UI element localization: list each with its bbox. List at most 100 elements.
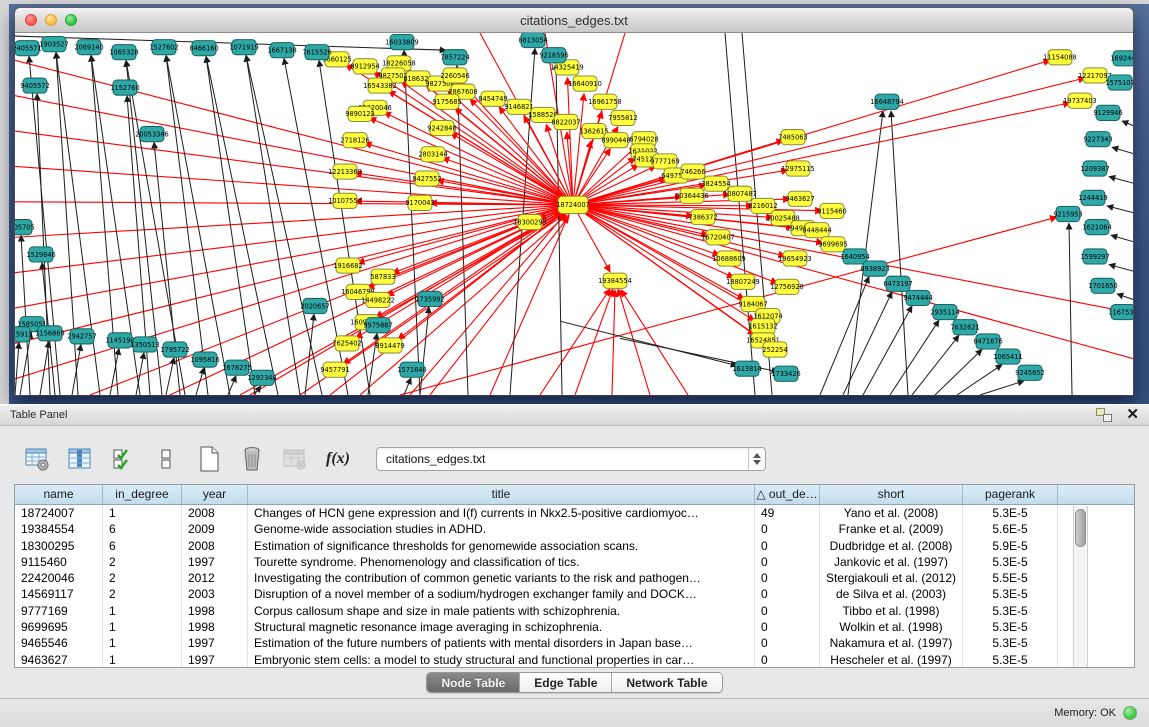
graph-node-9699695[interactable]: 9699695 (818, 237, 847, 252)
table-row[interactable]: 977716911998Corpus callosum shape and si… (15, 603, 1134, 619)
graph-node-1350513[interactable]: 1350513 (130, 337, 159, 352)
graph-node-1065328[interactable]: 1065328 (109, 45, 138, 60)
graph-node-9245652[interactable]: 9245652 (1015, 365, 1044, 380)
graph-node-7955812[interactable]: 7955812 (608, 110, 637, 125)
graph-node-18300295[interactable]: 18300295 (513, 215, 547, 230)
graph-node-8938923[interactable]: 8938923 (860, 261, 889, 276)
graph-node-16720407[interactable]: 16720407 (701, 230, 735, 245)
graph-node-11154088[interactable]: 11154088 (1043, 50, 1077, 65)
float-panel-icon[interactable] (1096, 408, 1112, 422)
graph-node-7485063[interactable]: 7485063 (778, 130, 807, 145)
column-header-short[interactable]: short (820, 485, 963, 504)
graph-node-7632621[interactable]: 7632621 (950, 320, 979, 335)
graph-node-20053346[interactable]: 20053346 (135, 127, 169, 142)
network-canvas[interactable]: 1872400796601258912954182260589827503165… (15, 33, 1133, 395)
graph-node-1095816[interactable]: 1095816 (190, 352, 219, 367)
graph-node-9215953[interactable]: 9215953 (1053, 206, 1082, 221)
graph-node-8822037[interactable]: 8822037 (551, 114, 580, 129)
graph-node-1615132[interactable]: 1615132 (748, 319, 777, 334)
graph-node-12213369[interactable]: 12213369 (328, 164, 362, 179)
graph-node-2020657[interactable]: 2020657 (300, 298, 329, 313)
graph-node-16961758[interactable]: 16961758 (588, 94, 622, 109)
graph-node-8427552[interactable]: 8427552 (412, 171, 441, 186)
table-row[interactable]: 2242004622012Investigating the contribut… (15, 570, 1134, 586)
graph-node-9242848[interactable]: 9242848 (427, 120, 456, 135)
table-row[interactable]: 946362711997Embryonic stem cells: a mode… (15, 652, 1134, 668)
graph-node-10688609[interactable]: 10688609 (712, 251, 746, 266)
table-options-icon[interactable] (22, 444, 52, 474)
column-header-year[interactable]: year (182, 485, 248, 504)
graph-node-8454749[interactable]: 8454749 (478, 91, 507, 106)
graph-node-7625402[interactable]: 7625402 (332, 336, 361, 351)
graph-node-16648794[interactable]: 16648794 (870, 94, 904, 109)
graph-node-8990448[interactable]: 8990448 (601, 133, 630, 148)
graph-node-746266[interactable]: 746266 (680, 164, 705, 179)
graph-node-1209387[interactable]: 1209387 (1080, 161, 1109, 176)
table-scrollbar[interactable] (1073, 506, 1088, 667)
graph-node-6473197[interactable]: 6473197 (883, 276, 912, 291)
graph-node-9463627[interactable]: 9463627 (785, 191, 814, 206)
graph-node-16640910[interactable]: 16640910 (568, 76, 602, 91)
column-header-title[interactable]: title (248, 485, 755, 504)
network-window-titlebar[interactable]: citations_edges.txt (15, 8, 1133, 33)
graph-node-18724007[interactable]: 18724007 (556, 196, 590, 213)
graph-node-9777169[interactable]: 9777169 (650, 154, 679, 169)
graph-node-12975115[interactable]: 12975115 (781, 161, 815, 176)
graph-node-8471676[interactable]: 8471676 (973, 334, 1002, 349)
scrollbar-thumb[interactable] (1075, 509, 1086, 547)
graph-node-1244419[interactable]: 1244419 (1078, 190, 1107, 205)
graph-node-20364436[interactable]: 20364436 (675, 188, 709, 203)
graph-node-1701650[interactable]: 1701650 (1088, 278, 1117, 293)
table-row[interactable]: 1872400712008Changes of HCN gene express… (15, 505, 1134, 521)
column-header-pagerank[interactable]: pagerank (963, 485, 1058, 504)
graph-node-1692441[interactable]: 1692441 (1110, 51, 1133, 66)
graph-node-8813054[interactable]: 8813054 (518, 33, 547, 48)
graph-node-1575107[interactable]: 1575107 (1105, 75, 1133, 90)
column-header-out_de[interactable]: △ out_de… (755, 485, 820, 504)
graph-node-1621064[interactable]: 1621064 (1082, 220, 1111, 235)
graph-node-1795722[interactable]: 1795722 (160, 342, 189, 357)
graph-node-9405572[interactable]: 9405572 (20, 78, 49, 93)
toggle-columns-icon[interactable] (65, 444, 95, 474)
graph-node-9170043[interactable]: 9170043 (405, 195, 434, 210)
graph-node-8466160[interactable]: 8466160 (189, 41, 218, 56)
graph-node-7615526[interactable]: 7615526 (302, 45, 331, 60)
graph-node-14498222[interactable]: 14498222 (361, 292, 395, 307)
graph-node-10107554[interactable]: 10107554 (328, 193, 362, 208)
graph-node-9227343[interactable]: 9227343 (1083, 132, 1112, 147)
graph-node-9457791[interactable]: 9457791 (320, 362, 349, 377)
graph-node-1678275[interactable]: 1678275 (222, 360, 251, 375)
graph-node-2935114[interactable]: 2935114 (930, 305, 959, 320)
graph-node-7386372[interactable]: 7386372 (688, 209, 717, 224)
table-row[interactable]: 911546021997Tourette syndrome. Phenomeno… (15, 554, 1134, 570)
stacked-boxes-icon[interactable] (151, 444, 181, 474)
graph-node-10807487[interactable]: 10807487 (723, 186, 757, 201)
table-row[interactable]: 1938455462009Genome-wide association stu… (15, 521, 1134, 537)
graph-node-2069140[interactable]: 2069140 (74, 40, 103, 55)
graph-node-2605705[interactable]: 2605705 (15, 220, 35, 235)
network-graph[interactable]: 1872400796601258912954182260589827503165… (15, 33, 1133, 395)
graph-node-19737403[interactable]: 19737403 (1063, 93, 1097, 108)
dropdown-stepper-icon[interactable] (748, 448, 765, 470)
table-row[interactable]: 969969511998Structural magnetic resonanc… (15, 619, 1134, 635)
graph-node-1733426[interactable]: 1733426 (771, 366, 800, 381)
graph-node-9115460[interactable]: 9115460 (817, 203, 846, 218)
graph-node-9175685[interactable]: 9175685 (432, 94, 461, 109)
delete-table-icon[interactable] (237, 444, 267, 474)
graph-node-587833[interactable]: 587833 (370, 269, 395, 284)
graph-node-19654923[interactable]: 19654923 (778, 251, 812, 266)
graph-node-3915913[interactable]: 3915913 (15, 327, 33, 342)
graph-node-1071919[interactable]: 1071919 (229, 40, 258, 55)
graph-node-8912954[interactable]: 8912954 (350, 59, 379, 74)
graph-node-1613814[interactable]: 1613814 (732, 361, 761, 376)
graph-node-9890123[interactable]: 9890123 (345, 106, 374, 121)
graph-node-2942757[interactable]: 2942757 (67, 329, 96, 344)
table-selector-dropdown[interactable]: citations_edges.txt (376, 447, 766, 471)
graph-node-1152760[interactable]: 1152760 (110, 80, 139, 95)
graph-node-1735992[interactable]: 1735992 (415, 291, 444, 306)
graph-node-252254[interactable]: 252254 (762, 342, 787, 357)
graph-node-16033809[interactable]: 16033809 (385, 35, 419, 50)
graph-node-1599297[interactable]: 1599297 (1080, 249, 1109, 264)
table-row[interactable]: 946554611997Estimation of the future num… (15, 635, 1134, 651)
graph-node-7857224[interactable]: 7857224 (440, 50, 469, 65)
